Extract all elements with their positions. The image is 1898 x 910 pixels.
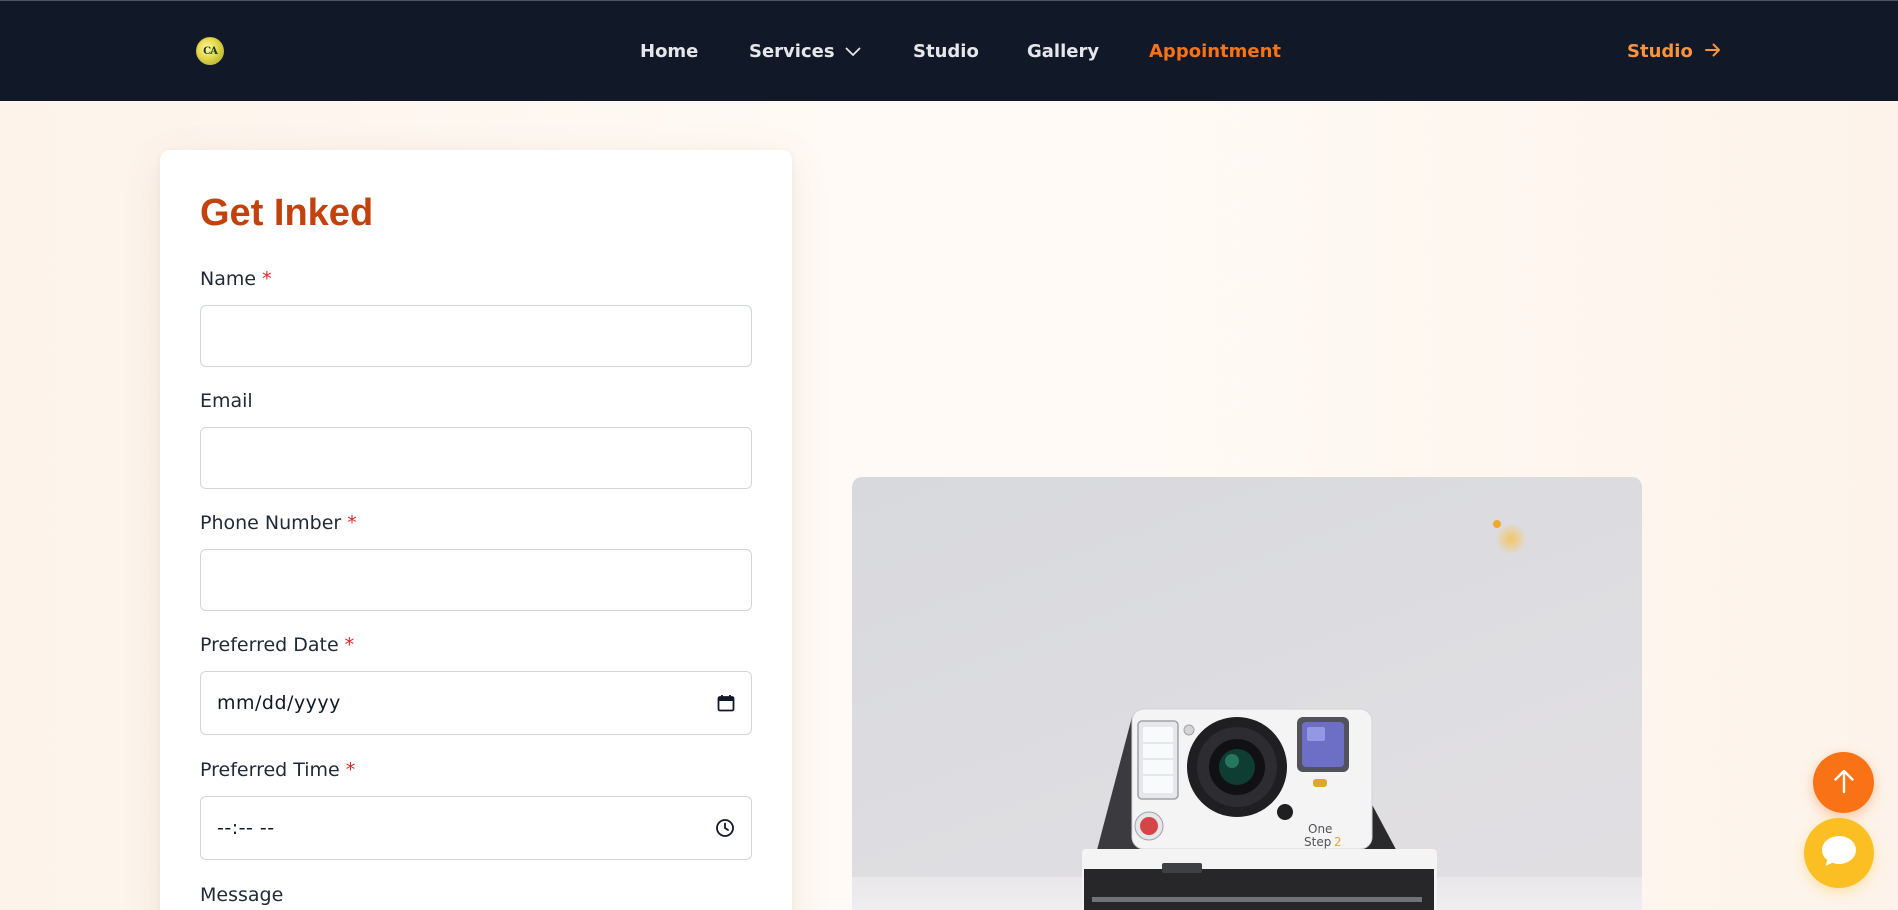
phone-label-text: Phone Number <box>200 512 342 534</box>
name-label: Name * <box>200 266 272 292</box>
nav-link-studio[interactable]: Studio <box>913 39 979 65</box>
time-label-text: Preferred Time <box>200 759 340 781</box>
nav-link-appointment[interactable]: Appointment <box>1149 39 1281 65</box>
name-input[interactable] <box>217 306 735 366</box>
camera-label-one: One <box>1308 822 1332 836</box>
polaroid-camera-photo: One Step 2 <box>852 477 1642 910</box>
phone-field[interactable] <box>200 549 752 611</box>
required-marker: * <box>344 634 355 656</box>
nav-link-services[interactable]: Services <box>749 39 861 65</box>
message-label-text: Message <box>200 884 284 906</box>
camera-label-num: 2 <box>1334 835 1342 849</box>
date-field[interactable]: mm/dd/yyyy <box>200 671 752 735</box>
time-label: Preferred Time * <box>200 757 355 783</box>
logo-text: CA <box>203 45 218 57</box>
time-field[interactable]: --:-- -- <box>200 796 752 860</box>
date-placeholder: mm/dd/yyyy <box>217 692 341 714</box>
required-marker: * <box>262 268 272 290</box>
nav-link-services-label: Services <box>749 41 835 62</box>
chat-bubble-icon <box>1820 834 1858 872</box>
name-label-text: Name <box>200 268 257 290</box>
date-label: Preferred Date * <box>200 632 354 658</box>
nav-link-gallery[interactable]: Gallery <box>1027 39 1099 65</box>
site-logo[interactable]: CA <box>196 37 224 65</box>
email-input[interactable] <box>217 428 735 488</box>
message-label: Message <box>200 882 283 908</box>
required-marker: * <box>345 759 356 781</box>
email-field[interactable] <box>200 427 752 489</box>
arrow-right-icon <box>1704 39 1721 65</box>
studio-cta-label: Studio <box>1627 41 1693 62</box>
name-field[interactable] <box>200 305 752 367</box>
scroll-to-top-button[interactable] <box>1813 752 1874 813</box>
clock-icon[interactable] <box>715 818 735 838</box>
arrow-up-icon <box>1833 768 1855 798</box>
appointment-form-card: Get Inked Name * Email Phone Number * Pref… <box>160 150 792 910</box>
studio-cta-button[interactable]: Studio <box>1627 39 1721 65</box>
form-title: Get Inked <box>200 192 374 234</box>
phone-label: Phone Number * <box>200 510 357 536</box>
top-navbar: CA Home Services Studio Gallery Appointm… <box>0 0 1898 101</box>
email-label: Email <box>200 388 253 414</box>
phone-input[interactable] <box>217 550 735 610</box>
nav-link-home[interactable]: Home <box>640 39 698 65</box>
camera-label-step: Step <box>1304 835 1331 849</box>
email-label-text: Email <box>200 390 253 412</box>
calendar-icon[interactable] <box>717 694 735 712</box>
chat-button[interactable] <box>1804 818 1874 888</box>
time-placeholder: --:-- -- <box>217 817 275 839</box>
date-label-text: Preferred Date <box>200 634 339 656</box>
chevron-down-icon <box>845 47 861 57</box>
required-marker: * <box>347 512 357 534</box>
